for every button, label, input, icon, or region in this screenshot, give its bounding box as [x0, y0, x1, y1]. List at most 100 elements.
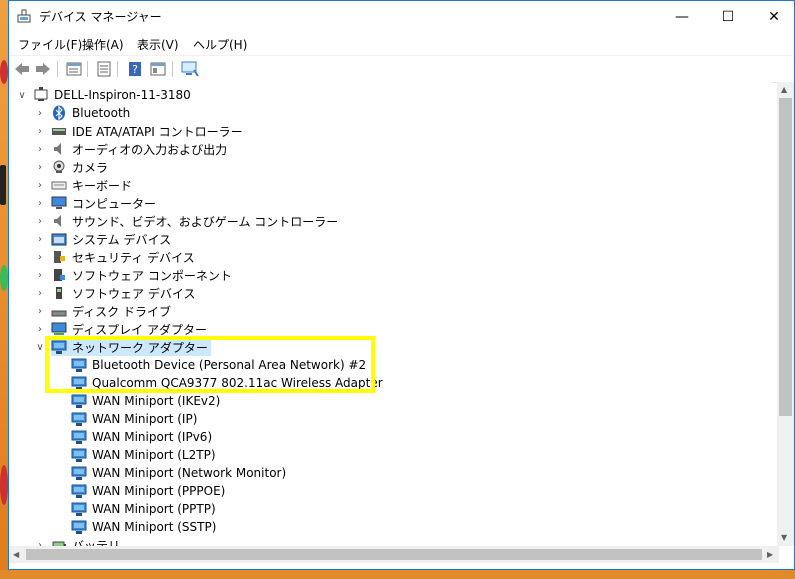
network-icon: [71, 375, 87, 391]
system-folder-icon: [51, 231, 67, 247]
network-icon: [71, 393, 87, 409]
desktop-bottom-strip: [0, 570, 795, 579]
menu-help[interactable]: ヘルプ(H): [193, 36, 247, 53]
tree-device[interactable]: Qualcomm QCA9377 802.11ac Wireless Adapt…: [71, 374, 383, 392]
vertical-scrollbar[interactable]: ▲ ▼: [777, 82, 794, 546]
scroll-up-icon[interactable]: ▲: [781, 85, 787, 94]
network-icon: [71, 357, 87, 373]
view-icon: [150, 62, 166, 76]
tree-device[interactable]: WAN Miniport (IKEv2): [71, 392, 220, 410]
expand-chevron-icon[interactable]: ›: [35, 212, 45, 230]
minimize-button[interactable]: —: [659, 1, 705, 32]
tree-category[interactable]: セキュリティ デバイス: [51, 248, 195, 266]
tree-category[interactable]: ソフトウェア デバイス: [51, 284, 195, 302]
tree-item-label: カメラ: [72, 160, 109, 175]
menu-bar: ファイル(F) 操作(A) 表示(V) ヘルプ(H): [9, 33, 794, 56]
tree-item-label: WAN Miniport (IPv6): [92, 430, 213, 444]
tree-root[interactable]: DELL-Inspiron-11-3180: [33, 86, 191, 104]
scan-hardware-icon: [181, 61, 199, 77]
scroll-down-icon[interactable]: ▼: [781, 533, 787, 542]
tree-item-label: WAN Miniport (IP): [92, 412, 198, 426]
tree-item-label: コンピューター: [72, 196, 157, 211]
keyboard-icon: [51, 177, 67, 193]
expand-chevron-icon[interactable]: ›: [35, 266, 45, 284]
tree-category[interactable]: ソフトウェア コンポーネント: [51, 266, 232, 284]
tree-device[interactable]: WAN Miniport (PPPOE): [71, 482, 225, 500]
window-title: デバイス マネージャー: [39, 10, 162, 24]
expand-chevron-icon[interactable]: ›: [35, 104, 45, 122]
expand-chevron-icon[interactable]: ›: [35, 176, 45, 194]
expand-chevron-icon[interactable]: ›: [35, 320, 45, 338]
collapse-chevron-icon[interactable]: ∨: [35, 338, 45, 356]
desktop-icon: [0, 60, 8, 84]
tree-category[interactable]: オーディオの入力および出力: [51, 140, 227, 158]
expand-chevron-icon[interactable]: ›: [35, 302, 45, 320]
title-bar[interactable]: デバイス マネージャー — ☐ ✕: [9, 1, 794, 33]
tree-item-label: Bluetooth: [72, 106, 131, 120]
expand-chevron-icon[interactable]: ›: [35, 122, 45, 140]
vertical-scroll-thumb[interactable]: [779, 98, 792, 416]
tree-category[interactable]: バッテリ: [51, 536, 120, 546]
scroll-left-icon[interactable]: ◀: [13, 550, 19, 559]
tree-category[interactable]: Bluetooth: [51, 104, 130, 122]
tree-item-label: Bluetooth Device (Personal Area Network)…: [92, 358, 367, 372]
software-component-icon: [51, 267, 67, 283]
help-button[interactable]: ?: [126, 60, 144, 78]
tree-device[interactable]: WAN Miniport (PPTP): [71, 500, 216, 518]
tree-category[interactable]: ディスプレイ アダプター: [51, 320, 207, 338]
tree-item-label: ディスク ドライブ: [72, 304, 171, 319]
tree-device[interactable]: WAN Miniport (IP): [71, 410, 197, 428]
tree-category[interactable]: システム デバイス: [51, 230, 171, 248]
view-button[interactable]: [149, 60, 167, 78]
tree-category-network-adapters[interactable]: ネットワーク アダプター: [51, 338, 211, 356]
horizontal-scroll-thumb[interactable]: [26, 549, 762, 560]
network-icon: [71, 465, 87, 481]
maximize-icon: ☐: [721, 8, 735, 25]
expand-chevron-icon[interactable]: ›: [35, 158, 45, 176]
root: [33, 87, 49, 103]
tree-item-label: Qualcomm QCA9377 802.11ac Wireless Adapt…: [92, 376, 383, 390]
help-icon: ?: [129, 62, 141, 76]
security-icon: [51, 249, 67, 265]
back-button[interactable]: [13, 60, 31, 78]
tree-device[interactable]: Bluetooth Device (Personal Area Network)…: [71, 356, 366, 374]
tree-device[interactable]: WAN Miniport (SSTP): [71, 518, 216, 536]
tree-device[interactable]: WAN Miniport (Network Monitor): [71, 464, 286, 482]
tree-category[interactable]: コンピューター: [51, 194, 156, 212]
tree-item-label: WAN Miniport (Network Monitor): [92, 466, 287, 480]
menu-action[interactable]: 操作(A): [82, 36, 124, 53]
speaker-icon: [51, 141, 67, 157]
expand-chevron-icon[interactable]: ›: [35, 140, 45, 158]
scroll-right-icon[interactable]: ▶: [767, 550, 773, 559]
tree-item-label: セキュリティ デバイス: [72, 250, 195, 265]
expand-chevron-icon[interactable]: ›: [35, 230, 45, 248]
tree-device[interactable]: WAN Miniport (IPv6): [71, 428, 212, 446]
tree-device[interactable]: WAN Miniport (L2TP): [71, 446, 216, 464]
expand-chevron-icon[interactable]: ›: [35, 284, 45, 302]
forward-button[interactable]: [34, 60, 52, 78]
tree-category[interactable]: IDE ATA/ATAPI コントローラー: [51, 122, 243, 140]
expand-chevron-icon[interactable]: ›: [35, 536, 45, 547]
toolbar: ?: [9, 56, 794, 83]
tree-category[interactable]: ディスク ドライブ: [51, 302, 171, 320]
maximize-button[interactable]: ☐: [705, 1, 751, 32]
collapse-chevron-icon[interactable]: ∨: [17, 86, 27, 104]
tree-item-label: ディスプレイ アダプター: [72, 322, 207, 337]
tree-category[interactable]: サウンド、ビデオ、およびゲーム コントローラー: [51, 212, 338, 230]
network-icon: [51, 339, 67, 355]
properties-button[interactable]: [65, 60, 83, 78]
menu-view[interactable]: 表示(V): [137, 36, 179, 53]
expand-chevron-icon[interactable]: ›: [35, 194, 45, 212]
tree-item-label: システム デバイス: [72, 232, 172, 247]
update-driver-button[interactable]: [95, 60, 113, 78]
forward-icon: [36, 63, 50, 75]
tree-item-label: キーボード: [72, 178, 133, 193]
close-button[interactable]: ✕: [751, 1, 795, 32]
tree-category[interactable]: キーボード: [51, 176, 132, 194]
horizontal-scrollbar[interactable]: ◀ ▶: [9, 546, 779, 563]
expand-chevron-icon[interactable]: ›: [35, 248, 45, 266]
scan-hardware-button[interactable]: [181, 60, 199, 78]
menu-file[interactable]: ファイル(F): [18, 36, 82, 53]
tree-category[interactable]: カメラ: [51, 158, 108, 176]
tree-item-label: WAN Miniport (PPPOE): [92, 484, 226, 498]
